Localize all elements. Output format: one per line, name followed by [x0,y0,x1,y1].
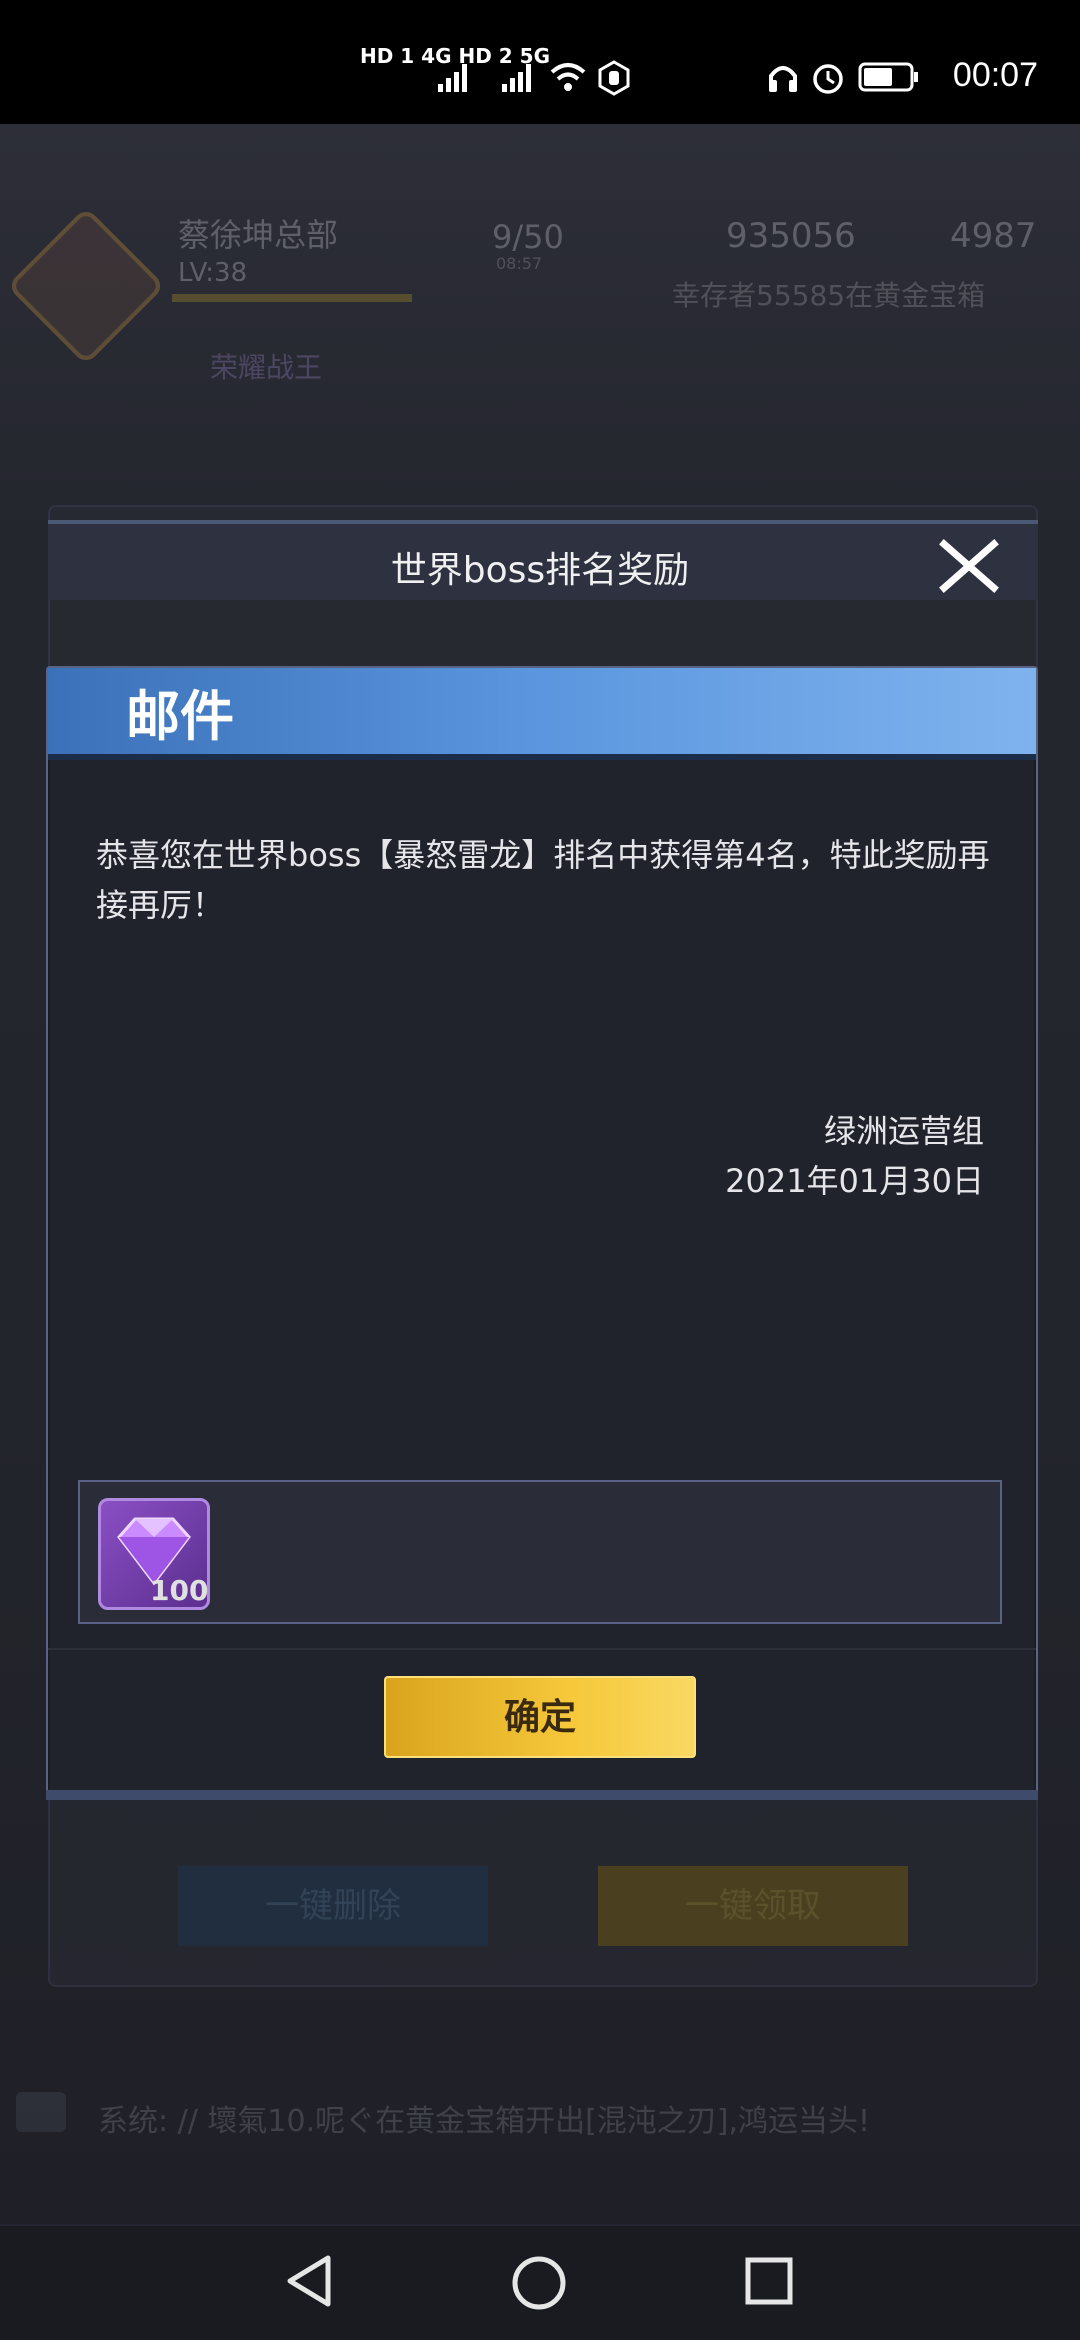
energy-timer: 08:57 [496,254,543,273]
alarm-icon [813,64,843,94]
recents-nav-icon[interactable] [744,2256,794,2306]
dialog-title: 世界boss排名奖励 [390,550,690,591]
dialog-footer-divider [48,1648,1036,1650]
mail-tab-divider [48,754,1036,760]
status-bar: HD 1 4G HD 2 5G 00:07 [0,0,1080,124]
clock: 00:07 [952,56,1038,94]
reward-count: 100 [150,1574,209,1607]
signal-icon-2 [502,64,531,92]
headphones-icon [769,66,797,92]
signal-icon [438,64,467,92]
battery-icon [858,62,918,92]
gem-counter: 4987 [950,216,1037,256]
mail-body-text: 恭喜您在世界boss【暴怒雷龙】排名中获得第4名，特此奖励再接再厉！ [96,836,990,924]
wifi-icon [550,63,586,91]
mail-tab-title: 邮件 [126,685,234,748]
rank-badge: 荣耀战王 [210,351,323,384]
back-nav-icon[interactable] [284,2254,334,2308]
player-level: LV:38 [178,258,248,288]
close-icon [939,539,999,593]
reward-box [78,1480,1002,1624]
hand-icon [598,60,630,96]
confirm-button[interactable]: 确定 [384,1676,696,1758]
energy-counter: 9/50 [492,218,564,256]
claim-all-button[interactable]: 一键领取 [598,1866,908,1946]
dialog-bottom-edge [46,1790,1038,1800]
home-nav-icon[interactable] [510,2254,568,2312]
close-button[interactable] [936,536,1002,596]
player-name: 蔡徐坤总部 [178,216,339,254]
mail-sender: 绿洲运营组 [823,1112,984,1150]
level-progress-bar [172,294,412,302]
top-ticker: 幸存者55585在黄金宝箱 [672,279,986,312]
mail-date: 2021年01月30日 [725,1162,984,1200]
delete-all-button[interactable]: 一键删除 [178,1866,488,1946]
gold-counter: 935056 [726,216,856,256]
system-chat-line: 系统: // 壞氣10.呢ぐ在黄金宝箱开出[混沌之刃],鸿运当头! [98,2104,871,2139]
chat-icon [16,2092,66,2132]
